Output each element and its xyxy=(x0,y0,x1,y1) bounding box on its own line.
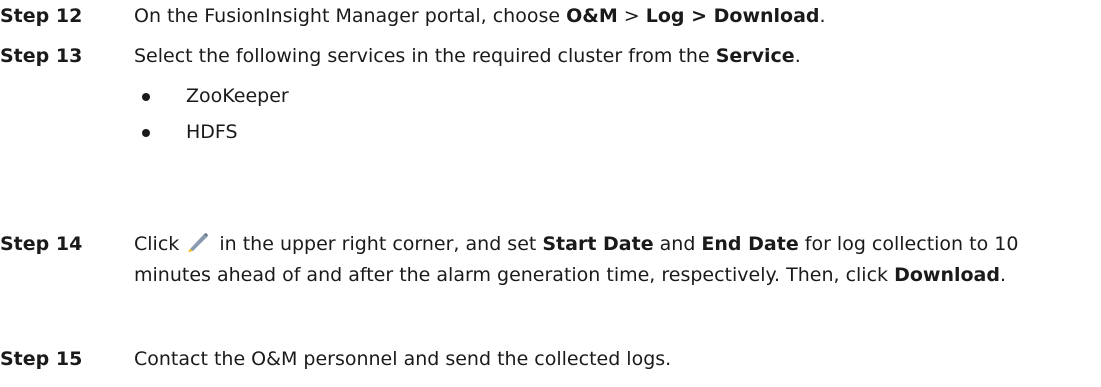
ui-term: Service xyxy=(715,45,795,67)
step-text-part: and xyxy=(653,233,702,255)
step-15: Step 15 Contact the O&M personnel and se… xyxy=(0,345,1084,374)
step-text-part: . xyxy=(819,5,826,27)
pencil-edit-icon xyxy=(187,232,209,261)
document-page: Step 12 On the FusionInsight Manager por… xyxy=(0,0,1101,387)
step-text-part: . xyxy=(999,264,1007,286)
ui-term: End Date xyxy=(701,233,799,255)
step-text: Contact the O&M personnel and send the c… xyxy=(134,348,672,370)
step-text-part: in the upper right corner, and set xyxy=(213,233,543,255)
step-label: Step 12 xyxy=(0,5,83,27)
step-label: Step 13 xyxy=(0,45,83,67)
list-item: HDFS xyxy=(134,118,238,147)
list-item-label: ZooKeeper xyxy=(186,85,289,107)
ui-term: Download xyxy=(894,264,1000,286)
step-12: Step 12 On the FusionInsight Manager por… xyxy=(0,2,1084,31)
step-13: Step 13 Select the following services in… xyxy=(0,42,1084,71)
bullet-icon xyxy=(142,129,150,137)
list-item-label: HDFS xyxy=(186,121,238,143)
ui-term: Start Date xyxy=(542,233,654,255)
bullet-icon xyxy=(142,93,150,101)
step-14: Step 14 Click in the upper right corner,… xyxy=(0,230,1084,290)
step-label: Step 14 xyxy=(0,233,83,255)
step-text-part: Click xyxy=(134,233,186,255)
ui-term: O&M xyxy=(566,5,618,27)
step-text-part: Select the following services in the req… xyxy=(134,45,716,67)
step-text: Click in the upper right corner, and set… xyxy=(134,230,1084,290)
ui-term: Log > Download xyxy=(645,5,820,27)
step-text: On the FusionInsight Manager portal, cho… xyxy=(134,2,1084,31)
step-text-part: . xyxy=(794,45,801,67)
step-text-part: > xyxy=(617,5,646,27)
step-text-part: On the FusionInsight Manager portal, cho… xyxy=(134,5,567,27)
list-item: ZooKeeper xyxy=(134,82,289,111)
step-text: Select the following services in the req… xyxy=(134,42,1084,71)
step-label: Step 15 xyxy=(0,348,83,370)
